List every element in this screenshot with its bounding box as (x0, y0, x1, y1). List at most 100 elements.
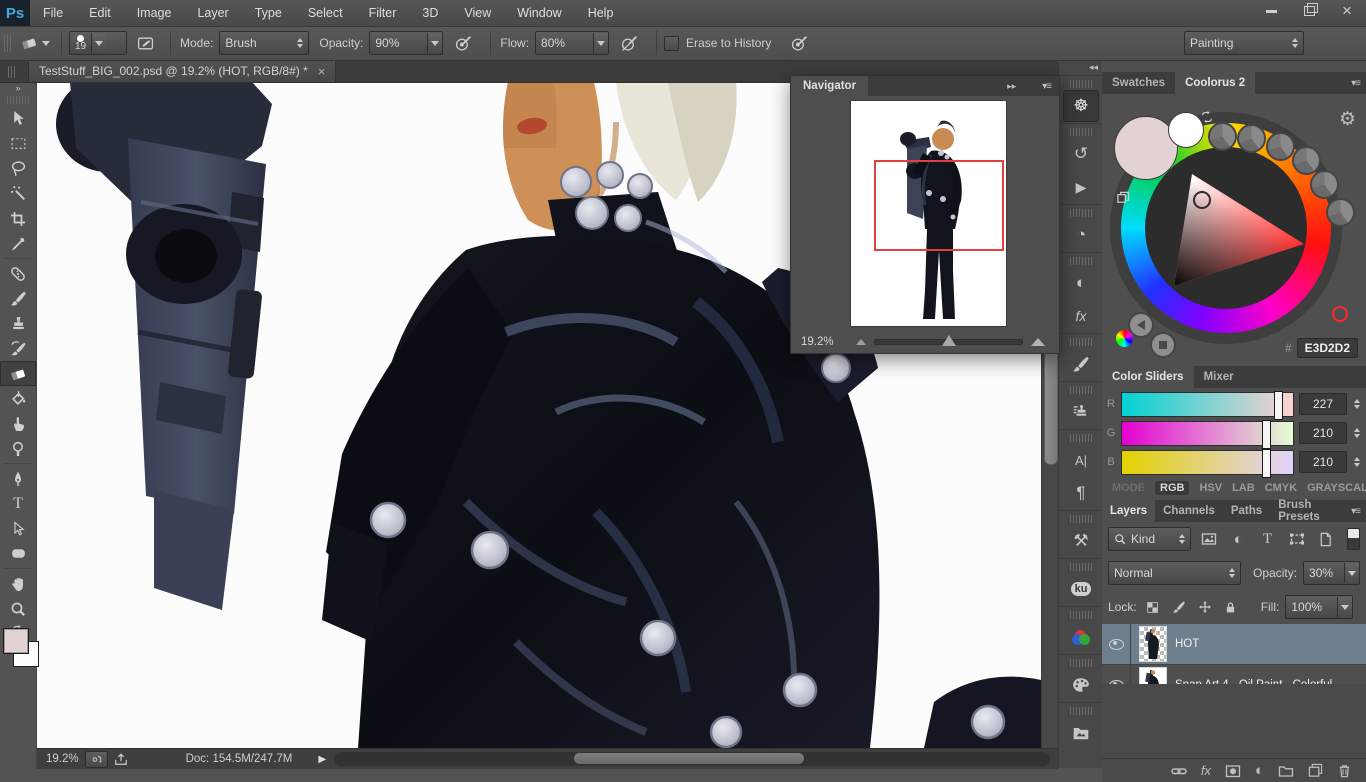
kuler-panel-icon[interactable]: ku (1063, 573, 1099, 605)
scheme-analogic-button[interactable] (1310, 170, 1339, 199)
color-themes-panel-icon[interactable] (1063, 621, 1099, 653)
menu-layer[interactable]: Layer (184, 0, 241, 26)
mode-lab[interactable]: LAB (1232, 482, 1255, 494)
tab-channels[interactable]: Channels (1155, 500, 1223, 522)
mode-dropdown[interactable]: Brush (219, 31, 309, 55)
tab-swatches[interactable]: Swatches (1102, 72, 1175, 94)
menu-help[interactable]: Help (575, 0, 627, 26)
filter-smart-objects-button[interactable] (1314, 529, 1337, 549)
opacity-dropdown-button[interactable] (427, 33, 442, 53)
tab-color-sliders[interactable]: Color Sliders (1102, 366, 1194, 388)
doc-size-readout[interactable]: Doc: 154.5M/247.7M (186, 753, 293, 765)
scheme-complement-button[interactable] (1237, 124, 1266, 153)
new-layer-button[interactable] (1308, 763, 1323, 778)
brush-tool[interactable] (0, 286, 36, 311)
filter-adjustment-layers-button[interactable]: ◐ (1227, 529, 1250, 549)
panel-menu-icon[interactable]: ▾≡ (1351, 78, 1360, 89)
visibility-eye-icon[interactable] (1102, 624, 1131, 664)
mode-grayscale[interactable]: GRAYSCALE (1307, 482, 1366, 494)
wheel-background-color[interactable] (1168, 112, 1204, 148)
brush-size-picker[interactable]: 19 (69, 31, 127, 55)
add-layer-mask-button[interactable] (1225, 763, 1241, 779)
navigator-tab[interactable]: Navigator (791, 76, 868, 96)
actions-panel-icon[interactable]: ▶ (1063, 171, 1099, 203)
mode-rgb[interactable]: RGB (1155, 481, 1189, 495)
close-button[interactable]: × (1328, 0, 1366, 22)
navigator-panel-icon[interactable]: ☸ (1063, 90, 1099, 122)
menu-type[interactable]: Type (242, 0, 295, 26)
zoom-tool[interactable] (0, 596, 36, 621)
navigator-zoom-knob[interactable] (942, 335, 956, 346)
restore-button[interactable] (1290, 0, 1328, 22)
shape-tool[interactable] (0, 541, 36, 566)
zoom-level-field[interactable]: 19.2% (46, 753, 79, 765)
character-panel-icon[interactable]: A| (1063, 444, 1099, 476)
move-tool[interactable] (0, 106, 36, 131)
navigator-menu-icon[interactable]: ▾≡ (1042, 81, 1051, 92)
workflow-buttons[interactable] (85, 751, 108, 768)
brush-size-dropdown-button[interactable] (91, 33, 106, 53)
opacity-dropdown[interactable]: 90% (369, 31, 443, 55)
layer-opacity-dropdown[interactable]: 30% (1303, 561, 1360, 585)
eyedropper-tool[interactable] (0, 231, 36, 256)
blue-value-field[interactable]: 210 (1299, 451, 1347, 473)
hand-tool[interactable] (0, 571, 36, 596)
navigator-zoom-field[interactable]: 19.2% (801, 336, 834, 348)
tab-brush-presets[interactable]: Brush Presets (1270, 500, 1351, 522)
share-icon[interactable] (114, 752, 128, 766)
flow-dropdown[interactable]: 80% (535, 31, 609, 55)
document-close-icon[interactable]: × (318, 64, 326, 79)
path-selection-tool[interactable] (0, 516, 36, 541)
navigator-header[interactable]: Navigator ▸▸ ▾≡ (791, 76, 1059, 96)
tablet-pressure-button[interactable] (787, 33, 811, 53)
red-slider-handle[interactable] (1274, 391, 1283, 420)
lock-transparency-button[interactable] (1143, 597, 1163, 617)
zoom-out-icon[interactable] (856, 339, 866, 345)
menu-view[interactable]: View (451, 0, 504, 26)
workspace-dropdown[interactable]: Painting (1184, 31, 1304, 55)
magic-wand-tool[interactable] (0, 181, 36, 206)
gradient-tool[interactable] (0, 386, 36, 411)
navigator-view-box[interactable] (874, 160, 1004, 251)
menu-image[interactable]: Image (124, 0, 185, 26)
properties-panel-icon[interactable]: ◔ (1063, 219, 1099, 251)
minimize-button[interactable] (1252, 0, 1290, 22)
horizontal-scroll-thumb[interactable] (574, 753, 804, 764)
hue-marker[interactable] (1332, 306, 1348, 322)
green-slider-handle[interactable] (1262, 420, 1271, 449)
blend-mode-dropdown[interactable]: Normal (1108, 561, 1241, 585)
menu-3d[interactable]: 3D (409, 0, 451, 26)
scheme-mono-button[interactable] (1208, 122, 1237, 151)
lock-all-button[interactable] (1221, 597, 1241, 617)
navigator-collapse-icon[interactable]: ▸▸ (1007, 81, 1016, 92)
navigator-zoom-slider[interactable] (874, 339, 1023, 345)
marquee-tool[interactable] (0, 131, 36, 156)
filter-pixel-layers-button[interactable] (1197, 529, 1220, 549)
status-expand-icon[interactable]: ▶ (318, 754, 326, 765)
delete-layer-button[interactable] (1337, 763, 1352, 778)
green-value-field[interactable]: 210 (1299, 422, 1347, 444)
lasso-tool[interactable] (0, 156, 36, 181)
pen-tool[interactable] (0, 466, 36, 491)
blue-slider-handle[interactable] (1262, 449, 1271, 478)
filter-type-layers-button[interactable]: T (1256, 529, 1279, 549)
foreground-color-swatch[interactable] (3, 628, 29, 654)
filter-kind-dropdown[interactable]: Kind (1108, 527, 1191, 551)
sv-triangle[interactable] (1164, 166, 1314, 316)
toolbar-collapse-button[interactable]: » (0, 82, 36, 94)
tab-layers[interactable]: Layers (1102, 500, 1155, 522)
menu-window[interactable]: Window (504, 0, 574, 26)
menu-edit[interactable]: Edit (76, 0, 124, 26)
styles-panel-icon[interactable]: fx (1063, 300, 1099, 332)
document-tab[interactable]: TestStuff_BIG_002.psd @ 19.2% (HOT, RGB/… (28, 59, 336, 82)
brush-presets-panel-icon[interactable] (1063, 348, 1099, 380)
scheme-tetrad-button[interactable] (1292, 146, 1321, 175)
navigator-thumbnail[interactable] (851, 101, 1006, 326)
tool-preset-picker[interactable] (16, 34, 54, 52)
toggle-brush-panel-button[interactable] (133, 33, 157, 53)
menu-filter[interactable]: Filter (356, 0, 410, 26)
mode-cmyk[interactable]: CMYK (1265, 482, 1297, 494)
wheel-prev-button[interactable] (1128, 312, 1154, 338)
filter-toggle-switch[interactable] (1347, 528, 1360, 550)
tool-presets-panel-icon[interactable]: ⚒ (1063, 525, 1099, 557)
